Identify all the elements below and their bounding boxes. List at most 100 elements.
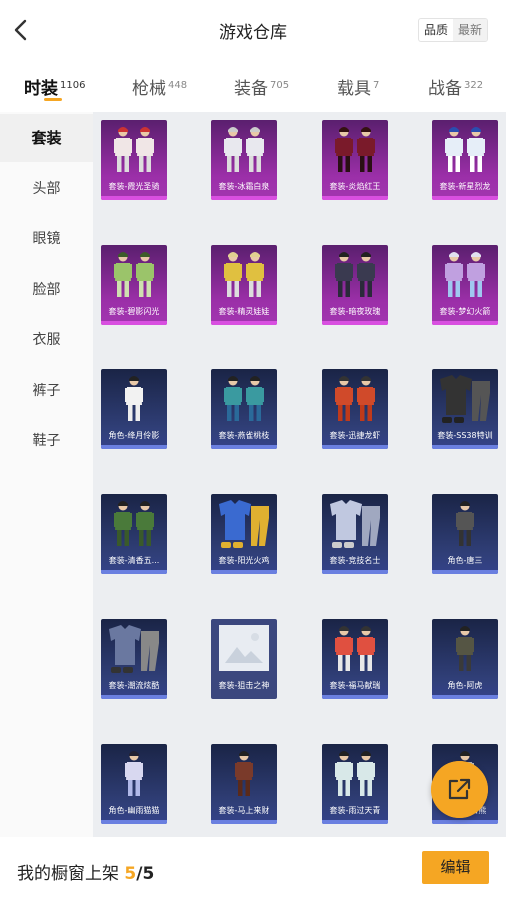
header: 游戏仓库 品质 最新 [0, 0, 506, 60]
showcase-label: 我的橱窗上架 5/5 [17, 864, 155, 884]
tab-4[interactable]: 战备 322 [428, 74, 483, 99]
rarity-bar [211, 570, 277, 574]
outfit-pair-icon [335, 127, 375, 172]
item-card[interactable]: 套装-燕雀桃枝 [211, 369, 277, 449]
tab-label: 时装 [24, 79, 58, 99]
tab-0[interactable]: 时装 1106 [24, 74, 85, 99]
rarity-bar [432, 445, 498, 449]
item-name: 角色-幽雨猫猫 [108, 806, 160, 815]
item-name: 套装-暗夜玫瑰 [329, 307, 381, 316]
item-name: 套装-迅捷龙虾 [329, 431, 381, 440]
character-icon [456, 626, 474, 671]
item-name: 套装-燕雀桃枝 [218, 431, 270, 440]
item-name: 角色-唐三 [447, 556, 483, 565]
tab-count: 322 [464, 80, 484, 91]
item-card[interactable]: 套装-精灵娃娃 [211, 245, 277, 325]
item-card[interactable]: 套装-新星烈龙 [432, 120, 498, 200]
rarity-bar [101, 570, 167, 574]
showcase-total: 5 [142, 864, 155, 884]
rarity-bar [432, 321, 498, 325]
outfit-pair-icon [445, 127, 485, 172]
item-card[interactable]: 套装-雨过天青 [322, 744, 388, 824]
character-icon [235, 751, 253, 796]
rarity-bar [322, 695, 388, 699]
tab-label: 装备 [234, 79, 268, 99]
sort-toggle[interactable]: 品质 最新 [417, 18, 488, 42]
outfit-pair-icon [224, 127, 264, 172]
outfit-pair-icon [335, 626, 375, 671]
image-placeholder-icon [219, 625, 269, 671]
item-card[interactable]: 角色-唐三 [432, 494, 498, 574]
rarity-bar [211, 820, 277, 824]
clothes-set-icon [219, 500, 269, 548]
item-card[interactable]: 套装-潮流炫酷 [101, 619, 167, 699]
rarity-bar [322, 196, 388, 200]
item-name: 套装-梦幻火箭 [439, 307, 491, 316]
tab-label: 战备 [428, 79, 462, 99]
character-icon [125, 376, 143, 421]
item-card[interactable]: 套装-暗夜玫瑰 [322, 245, 388, 325]
rarity-bar [432, 570, 498, 574]
sidebar-item-6[interactable]: 鞋子 [0, 417, 93, 465]
share-button[interactable] [431, 761, 488, 818]
outfit-pair-icon [224, 376, 264, 421]
rarity-bar [101, 321, 167, 325]
active-tab-indicator [44, 98, 62, 101]
outfit-pair-icon [224, 252, 264, 297]
tab-label: 枪械 [132, 79, 166, 99]
item-name: 角色-阿虎 [447, 681, 483, 690]
item-card[interactable]: 套装-霞光圣骑 [101, 120, 167, 200]
tab-1[interactable]: 枪械 448 [132, 74, 187, 99]
sort-by-quality-button[interactable]: 品质 [419, 19, 453, 41]
clothes-set-icon [330, 500, 380, 548]
sidebar-item-2[interactable]: 眼镜 [0, 215, 93, 263]
item-card[interactable]: 套装-马上来财 [211, 744, 277, 824]
item-card[interactable]: 套装-碧影闪光 [101, 245, 167, 325]
showcase-label-text: 我的橱窗上架 [17, 864, 119, 884]
item-card[interactable]: 角色-阿虎 [432, 619, 498, 699]
rarity-bar [432, 695, 498, 699]
rarity-bar [432, 820, 498, 824]
item-card[interactable]: 套装-竞技名士 [322, 494, 388, 574]
sort-by-newest-button[interactable]: 最新 [452, 19, 487, 41]
outfit-pair-icon [114, 127, 154, 172]
item-name: 套装-精灵娃娃 [218, 307, 270, 316]
item-card[interactable]: 套装-阳光火鸡 [211, 494, 277, 574]
item-card[interactable]: 角色-幽雨猫猫 [101, 744, 167, 824]
item-card[interactable]: 套装-福马献瑞 [322, 619, 388, 699]
item-name: 套装-雨过天青 [329, 806, 381, 815]
item-card[interactable]: 套装-SS38特训 [432, 369, 498, 449]
item-name: 套装-冰霜白泉 [218, 182, 270, 191]
outfit-pair-icon [114, 252, 154, 297]
sidebar-item-3[interactable]: 脸部 [0, 266, 93, 314]
tab-3[interactable]: 载具 7 [337, 74, 379, 99]
rarity-bar [322, 820, 388, 824]
item-card[interactable]: 套装-狙击之神 [211, 619, 277, 699]
sidebar-item-5[interactable]: 裤子 [0, 367, 93, 415]
item-grid: 套装-霞光圣骑 套装-冰霜白泉 套装-炎焰红王 套装-新星烈龙套装-碧影闪光 套装-精灵… [93, 112, 506, 837]
item-card[interactable]: 角色-绛月伶影 [101, 369, 167, 449]
rarity-bar [211, 695, 277, 699]
rarity-bar [101, 196, 167, 200]
tab-2[interactable]: 装备 705 [234, 74, 289, 99]
item-card[interactable]: 套装-炎焰红王 [322, 120, 388, 200]
edit-button[interactable]: 编辑 [422, 851, 489, 884]
showcase-count: 5 [124, 864, 137, 884]
rarity-bar [322, 445, 388, 449]
tab-label: 载具 [337, 79, 371, 99]
item-card[interactable]: 套装-清香五... [101, 494, 167, 574]
item-name: 套装-潮流炫酷 [108, 681, 160, 690]
item-name: 角色-绛月伶影 [108, 431, 160, 440]
tab-count: 448 [168, 80, 188, 91]
tab-count: 1106 [60, 80, 86, 91]
sidebar-item-1[interactable]: 头部 [0, 165, 93, 213]
sidebar-item-0[interactable]: 套装 [0, 114, 93, 162]
rarity-bar [432, 196, 498, 200]
rarity-bar [211, 321, 277, 325]
item-card[interactable]: 套装-梦幻火箭 [432, 245, 498, 325]
rarity-bar [322, 321, 388, 325]
item-card[interactable]: 套装-迅捷龙虾 [322, 369, 388, 449]
item-card[interactable]: 套装-冰霜白泉 [211, 120, 277, 200]
item-name: 套装-碧影闪光 [108, 307, 160, 316]
sidebar-item-4[interactable]: 衣服 [0, 316, 93, 364]
